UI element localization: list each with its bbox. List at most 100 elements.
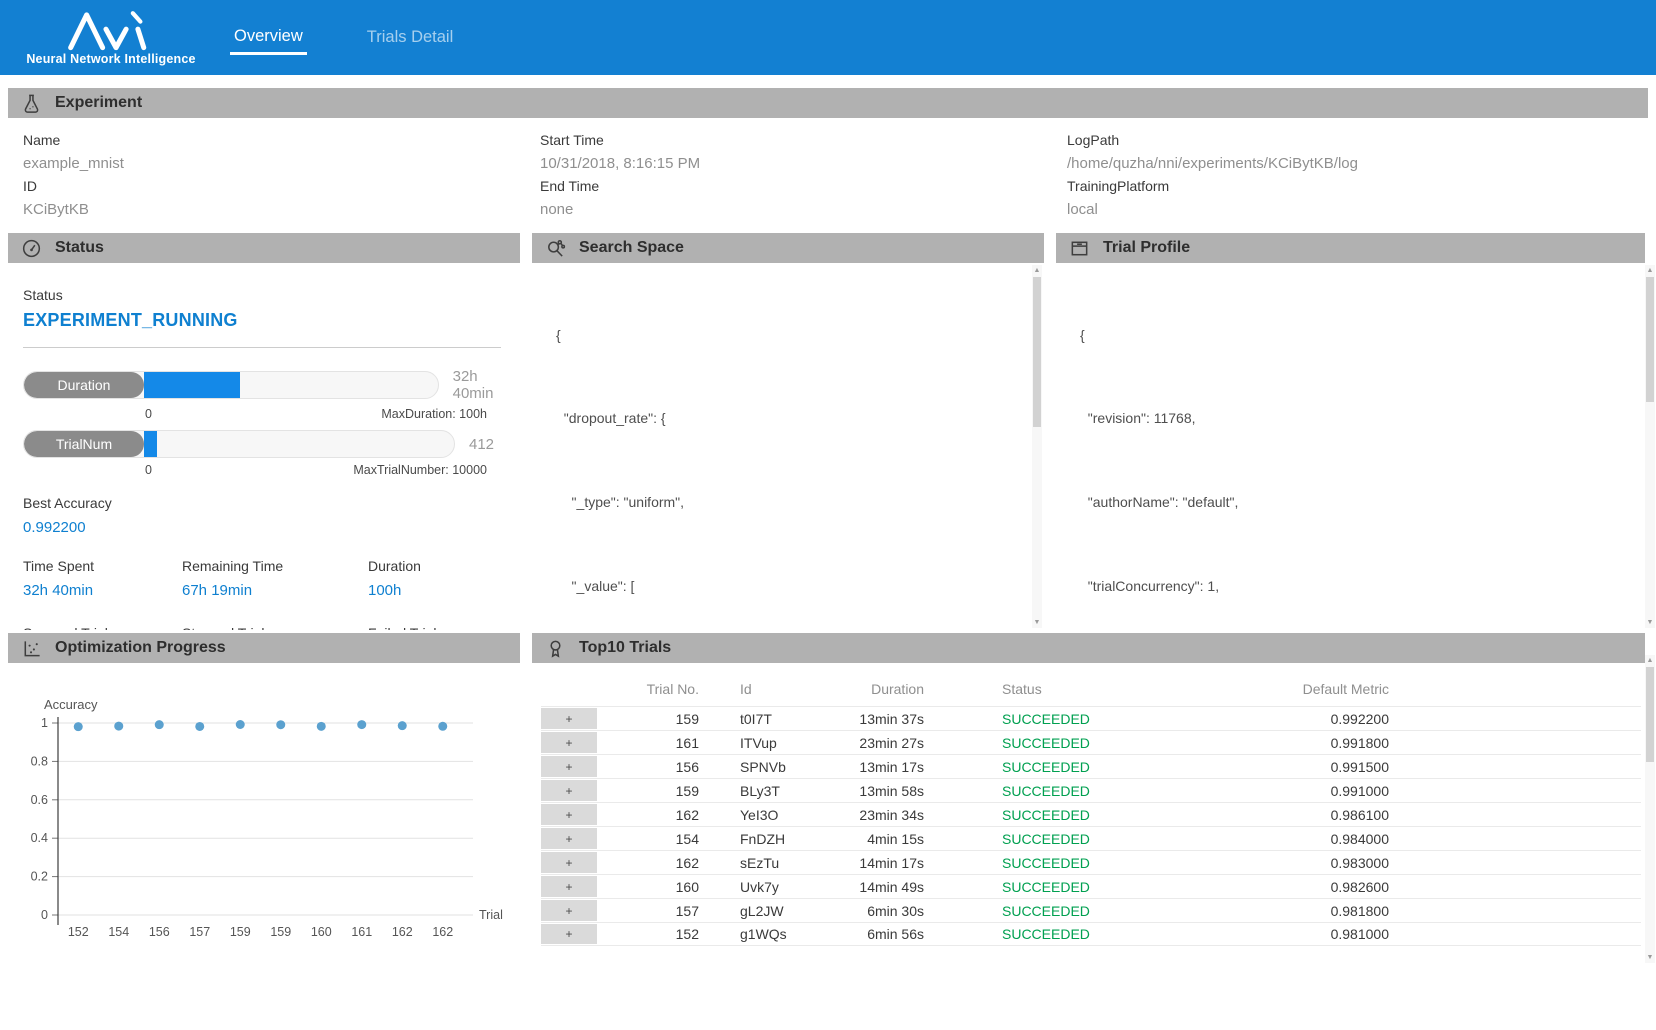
- status-stat: Duration 100h: [368, 552, 520, 605]
- search-space-scrollbar[interactable]: ▲ ▼: [1032, 265, 1042, 628]
- svg-text:0.2: 0.2: [31, 870, 48, 884]
- progress-bar-row: Duration 32h 40min: [23, 368, 520, 402]
- stat-label: Stopped Trial: [182, 625, 368, 630]
- expand-row-button[interactable]: +: [541, 804, 597, 825]
- tab-trials-detail[interactable]: Trials Detail: [363, 22, 458, 53]
- cell-status: SUCCEEDED: [932, 783, 1162, 799]
- trial-profile-json: { "revision": 11768, "authorName": "defa…: [1056, 263, 1645, 630]
- progress-bar-value: 32h 40min: [453, 368, 520, 402]
- cell-id: FnDZH: [707, 831, 857, 847]
- stat-label: Remaining Time: [182, 558, 368, 574]
- best-accuracy-value: 0.992200: [23, 519, 520, 536]
- status-stat: Remaining Time 67h 19min: [182, 552, 368, 605]
- archive-box-icon: [1069, 238, 1090, 259]
- best-accuracy: Best Accuracy 0.992200: [23, 495, 520, 536]
- cell-duration: 14min 49s: [857, 879, 932, 895]
- svg-text:162: 162: [392, 925, 413, 939]
- expand-row-button[interactable]: +: [541, 852, 597, 873]
- expand-row-button[interactable]: +: [541, 876, 597, 897]
- json-line: {: [1080, 325, 1645, 346]
- scrollbar-thumb[interactable]: [1033, 277, 1041, 427]
- table-row: + 160 Uvk7y 14min 49s SUCCEEDED 0.982600: [541, 874, 1641, 898]
- field-value: none: [540, 201, 1052, 218]
- scroll-down-icon[interactable]: ▼: [1645, 952, 1655, 963]
- expand-row-button[interactable]: +: [541, 708, 597, 729]
- status-stat: Succeed Trial 403: [23, 619, 182, 630]
- svg-text:0.6: 0.6: [31, 793, 48, 807]
- optimization-body: Accuracy00.20.40.60.81152154156157159159…: [8, 663, 520, 963]
- field-value: example_mnist: [23, 155, 525, 172]
- stat-label: Duration: [368, 558, 520, 574]
- progress-bar-track: [144, 372, 438, 398]
- scroll-down-icon[interactable]: ▼: [1645, 617, 1655, 628]
- table-row: + 162 YeI3O 23min 34s SUCCEEDED 0.986100: [541, 802, 1641, 826]
- progress-bar-range: 0 MaxDuration: 100h: [145, 407, 487, 421]
- cell-trial-no: 154: [597, 831, 707, 847]
- top10-body: Trial No. Id Duration Status Default Met…: [532, 663, 1645, 963]
- expand-row-button[interactable]: +: [541, 780, 597, 801]
- expand-row-button[interactable]: +: [541, 924, 597, 944]
- table-row: + 159 BLy3T 13min 58s SUCCEEDED 0.991000: [541, 778, 1641, 802]
- top-nav-bar: Neural Network Intelligence Overview Tri…: [0, 0, 1656, 75]
- cell-default-metric: 0.986100: [1162, 807, 1397, 823]
- nni-logo-icon: [59, 9, 163, 51]
- progress-bar-value: 412: [469, 436, 494, 453]
- stat-value: 100h: [368, 582, 520, 599]
- field-label: ID: [23, 178, 525, 194]
- field-label: Start Time: [540, 132, 1052, 148]
- cell-default-metric: 0.981000: [1162, 926, 1397, 942]
- expand-row-button[interactable]: +: [541, 756, 597, 777]
- cell-status: SUCCEEDED: [932, 855, 1162, 871]
- json-line: "_type": "uniform",: [556, 492, 1044, 513]
- stat-label: Succeed Trial: [23, 625, 182, 630]
- status-section-header: Status: [8, 233, 520, 263]
- svg-text:160: 160: [311, 925, 332, 939]
- field-label: TrainingPlatform: [1067, 178, 1648, 194]
- tab-overview[interactable]: Overview: [230, 21, 307, 55]
- field-label: Name: [23, 132, 525, 148]
- cell-id: sEzTu: [707, 855, 857, 871]
- medal-icon: [545, 638, 566, 659]
- svg-text:154: 154: [108, 925, 129, 939]
- scatter-chart-icon: [21, 638, 42, 659]
- search-space-json: { "dropout_rate": { "_type": "uniform", …: [532, 263, 1044, 630]
- table-row: + 152 g1WQs 6min 56s SUCCEEDED 0.981000: [541, 922, 1641, 946]
- expand-row-button[interactable]: +: [541, 732, 597, 753]
- cell-trial-no: 162: [597, 855, 707, 871]
- trial-profile-body: { "revision": 11768, "authorName": "defa…: [1056, 263, 1645, 630]
- expand-row-button[interactable]: +: [541, 828, 597, 849]
- expand-row-button[interactable]: +: [541, 900, 597, 921]
- gauge-icon: [21, 238, 42, 259]
- scrollbar-thumb[interactable]: [1646, 277, 1654, 402]
- cell-status: SUCCEEDED: [932, 926, 1162, 942]
- scroll-down-icon[interactable]: ▼: [1032, 617, 1042, 628]
- trial-profile-scrollbar[interactable]: ▲ ▼: [1645, 265, 1655, 628]
- status-panel: Status Status EXPERIMENT_RUNNING Duratio…: [8, 233, 520, 630]
- top10-scrollbar[interactable]: ▲ ▼: [1645, 655, 1655, 963]
- cell-default-metric: 0.983000: [1162, 855, 1397, 871]
- brand: Neural Network Intelligence: [0, 9, 196, 66]
- scroll-up-icon[interactable]: ▲: [1645, 265, 1655, 276]
- progress-bar-block: TrialNum 412 0 MaxTrialNumber: 10000: [23, 430, 520, 477]
- experiment-field: End Time none: [540, 178, 1052, 218]
- svg-text:157: 157: [189, 925, 210, 939]
- field-value: KCiBytKB: [23, 201, 525, 218]
- cell-status: SUCCEEDED: [932, 807, 1162, 823]
- search-space-title: Search Space: [579, 239, 684, 257]
- cell-default-metric: 0.991500: [1162, 759, 1397, 775]
- cell-trial-no: 157: [597, 903, 707, 919]
- trial-profile-title: Trial Profile: [1103, 239, 1190, 257]
- progress-bars: Duration 32h 40min 0 MaxDuration: 100h T…: [8, 368, 520, 477]
- cell-status: SUCCEEDED: [932, 759, 1162, 775]
- progress-bar-row: TrialNum 412: [23, 430, 520, 458]
- table-row: + 161 ITVup 23min 27s SUCCEEDED 0.991800: [541, 730, 1641, 754]
- top10-table: Trial No. Id Duration Status Default Met…: [541, 681, 1641, 946]
- cell-status: SUCCEEDED: [932, 831, 1162, 847]
- scrollbar-thumb[interactable]: [1646, 667, 1654, 762]
- scroll-up-icon[interactable]: ▲: [1645, 655, 1655, 666]
- top10-table-header: Trial No. Id Duration Status Default Met…: [541, 681, 1641, 706]
- experiment-info: Name example_mnist ID KCiBytKB Start Tim…: [8, 118, 1648, 231]
- scroll-up-icon[interactable]: ▲: [1032, 265, 1042, 276]
- json-line: "dropout_rate": {: [556, 408, 1044, 429]
- top10-table-rows: + 159 t0I7T 13min 37s SUCCEEDED 0.992200…: [541, 706, 1641, 946]
